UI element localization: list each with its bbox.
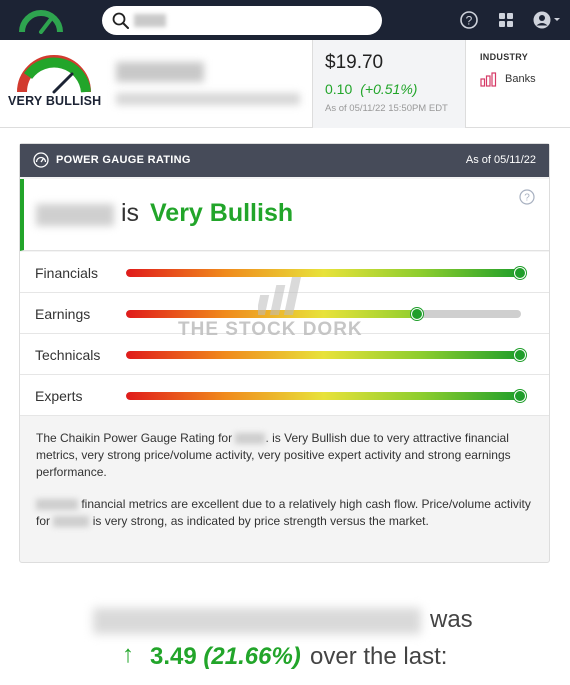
ticker-redacted xyxy=(53,516,90,528)
search-bar[interactable] xyxy=(102,6,382,35)
financials-description: financial metrics are excellent due to a… xyxy=(36,496,536,530)
metric-bar xyxy=(126,269,521,277)
metric-label: Experts xyxy=(35,388,83,404)
price-timestamp: As of 05/11/22 15:50PM EDT xyxy=(325,103,448,114)
desc1-part-a: The Chaikin Power Gauge Rating for xyxy=(36,431,233,445)
desc2-part-b: is very strong, as indicated by price st… xyxy=(92,514,429,528)
account-icon[interactable] xyxy=(532,10,562,30)
rating-description: The Chaikin Power Gauge Rating for . is … xyxy=(36,430,536,481)
search-icon xyxy=(112,12,129,29)
stock-name-redacted xyxy=(93,608,421,634)
stock-subtitle-redacted xyxy=(116,93,300,105)
was-text: was xyxy=(430,606,473,633)
power-gauge-card: POWER GAUGE RATING As of 05/11/22 is Ver… xyxy=(19,143,550,563)
metric-marker xyxy=(514,267,526,279)
metric-marker xyxy=(514,390,526,402)
metric-bar xyxy=(126,310,521,318)
svg-text:?: ? xyxy=(524,193,530,204)
rating-text: Very Bullish xyxy=(150,199,294,227)
gain-amount: 3.49 xyxy=(150,643,197,670)
metric-fill xyxy=(126,269,521,277)
industry-label: INDUSTRY xyxy=(480,52,529,62)
watermark-logo xyxy=(258,277,301,315)
up-arrow-icon: ↑ xyxy=(122,641,134,668)
metric-label: Technicals xyxy=(35,347,101,363)
price-box: $19.70 0.10 (+0.51%) As of 05/11/22 15:50… xyxy=(312,40,466,128)
verdict-box: is Very Bullish ? xyxy=(20,179,549,251)
help-icon[interactable]: ? xyxy=(519,189,535,205)
top-nav: ? xyxy=(0,0,570,40)
metric-label: Financials xyxy=(35,265,99,281)
stock-header: VERY BULLISH $19.70 0.10 (+0.51%) As of 0… xyxy=(0,40,570,128)
card-header: POWER GAUGE RATING As of 05/11/22 xyxy=(20,144,549,177)
watermark-text: THE STOCK DORK xyxy=(178,319,363,340)
metric-marker xyxy=(514,349,526,361)
svg-text:?: ? xyxy=(466,14,473,28)
gauge-icon xyxy=(17,55,91,94)
gauge-icon xyxy=(33,152,49,168)
gain-pct: (21.66%) xyxy=(203,643,301,670)
price: $19.70 xyxy=(325,52,384,73)
industry-value[interactable]: Banks xyxy=(505,73,536,85)
metric-row-experts: Experts xyxy=(20,375,549,416)
apps-grid-icon[interactable] xyxy=(496,10,516,30)
price-change: 0.10 (+0.51%) xyxy=(325,81,417,97)
verdict-is: is xyxy=(121,199,140,227)
card-title: POWER GAUGE RATING xyxy=(56,154,191,166)
metric-marker xyxy=(411,308,424,320)
search-input[interactable] xyxy=(134,14,166,27)
metric-fill xyxy=(126,392,521,400)
bank-chart-icon xyxy=(480,72,497,87)
metric-label: Earnings xyxy=(35,306,91,322)
change-value: 0.10 xyxy=(325,81,353,97)
metric-bar xyxy=(126,392,521,400)
help-icon[interactable]: ? xyxy=(459,10,479,30)
verdict-label: VERY BULLISH xyxy=(8,94,102,108)
ticker-redacted xyxy=(235,433,266,445)
chaikin-logo-icon[interactable] xyxy=(18,6,64,34)
over-the-last-text: over the last: xyxy=(310,643,448,670)
metric-fill xyxy=(126,351,521,359)
stock-name-redacted xyxy=(116,62,204,82)
card-date: As of 05/11/22 xyxy=(465,154,536,166)
ticker-redacted xyxy=(36,499,78,511)
gain-value: 3.49 (21.66%) xyxy=(150,643,301,671)
change-pct: (+0.51%) xyxy=(360,81,418,97)
metric-bar xyxy=(126,351,521,359)
ticker-redacted xyxy=(36,204,114,226)
